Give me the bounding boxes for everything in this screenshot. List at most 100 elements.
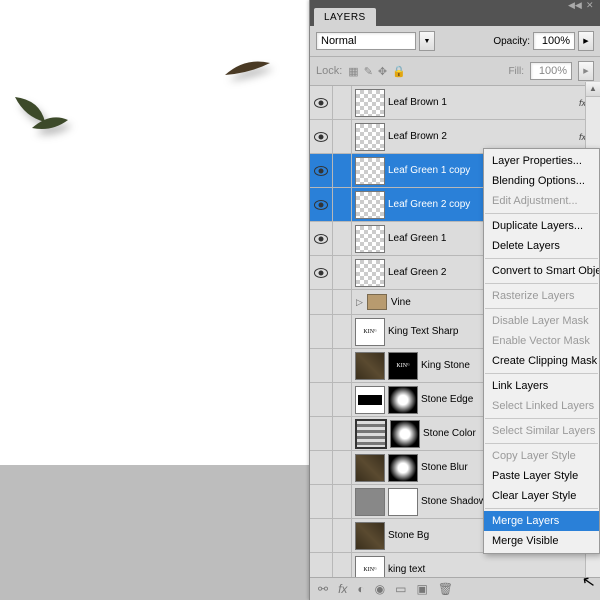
layer-mask[interactable] bbox=[390, 420, 420, 448]
visibility-toggle[interactable] bbox=[310, 383, 333, 416]
adjustment-icon[interactable]: ◉ bbox=[375, 582, 385, 596]
layer-mask[interactable] bbox=[388, 454, 418, 482]
layer-thumbnail[interactable] bbox=[355, 352, 385, 380]
visibility-icon[interactable] bbox=[314, 98, 328, 108]
mask-icon[interactable]: ◐ bbox=[357, 582, 364, 596]
blend-mode-select[interactable]: Normal bbox=[316, 32, 416, 50]
visibility-toggle[interactable] bbox=[310, 315, 333, 348]
lock-column[interactable] bbox=[333, 485, 352, 518]
fill-arrow-icon[interactable]: ▶ bbox=[578, 61, 594, 81]
layer-thumbnail[interactable] bbox=[355, 157, 385, 185]
link-icon[interactable]: ⚯ bbox=[318, 582, 328, 596]
folder-icon[interactable]: ▭ bbox=[395, 582, 406, 596]
visibility-toggle[interactable] bbox=[310, 451, 333, 484]
menu-separator bbox=[485, 508, 598, 509]
lock-column[interactable] bbox=[333, 86, 352, 119]
visibility-toggle[interactable] bbox=[310, 519, 333, 552]
lock-column[interactable] bbox=[333, 519, 352, 552]
menu-separator bbox=[485, 443, 598, 444]
lock-column[interactable] bbox=[333, 349, 352, 382]
fx-icon[interactable]: fx bbox=[338, 582, 347, 596]
close-icon[interactable]: ✕ bbox=[586, 0, 596, 6]
menu-separator bbox=[485, 213, 598, 214]
layer-thumbnail[interactable] bbox=[355, 191, 385, 219]
trash-icon[interactable]: 🗑 bbox=[438, 582, 453, 596]
visibility-toggle[interactable] bbox=[310, 349, 333, 382]
layer-row[interactable]: Leaf Brown 1fx▾ bbox=[310, 86, 600, 120]
visibility-toggle[interactable] bbox=[310, 417, 333, 450]
layer-thumbnail[interactable] bbox=[355, 419, 387, 449]
menu-item[interactable]: Paste Layer Style bbox=[484, 466, 599, 486]
context-menu[interactable]: Layer Properties...Blending Options...Ed… bbox=[483, 148, 600, 554]
lock-column[interactable] bbox=[333, 222, 352, 255]
visibility-toggle[interactable] bbox=[310, 154, 333, 187]
lock-column[interactable] bbox=[333, 154, 352, 187]
layer-thumbnail[interactable] bbox=[355, 259, 385, 287]
lock-column[interactable] bbox=[333, 417, 352, 450]
lock-column[interactable] bbox=[333, 451, 352, 484]
visibility-toggle[interactable] bbox=[310, 256, 333, 289]
menu-item[interactable]: Create Clipping Mask bbox=[484, 351, 599, 371]
visibility-toggle[interactable] bbox=[310, 188, 333, 221]
layer-mask[interactable]: KINᴳ bbox=[388, 352, 418, 380]
lock-column[interactable] bbox=[333, 383, 352, 416]
folder-icon bbox=[367, 294, 387, 310]
lock-transparent-icon[interactable]: ▦ bbox=[348, 65, 358, 78]
layer-mask[interactable] bbox=[388, 386, 418, 414]
visibility-icon[interactable] bbox=[314, 234, 328, 244]
menu-item[interactable]: Merge Layers bbox=[484, 511, 599, 531]
visibility-icon[interactable] bbox=[314, 132, 328, 142]
menu-item[interactable]: Layer Properties... bbox=[484, 151, 599, 171]
opacity-input[interactable]: 100% bbox=[533, 32, 575, 50]
menu-item[interactable]: Duplicate Layers... bbox=[484, 216, 599, 236]
layer-thumbnail[interactable] bbox=[355, 522, 385, 550]
visibility-toggle[interactable] bbox=[310, 222, 333, 255]
visibility-icon[interactable] bbox=[314, 268, 328, 278]
blend-dropdown-icon[interactable]: ▼ bbox=[419, 31, 435, 51]
layer-thumbnail[interactable] bbox=[355, 386, 385, 414]
visibility-toggle[interactable] bbox=[310, 286, 333, 319]
lock-row: Lock: ▦ ✎ ✥ 🔒 Fill: 100% ▶ bbox=[310, 57, 600, 86]
menu-item[interactable]: Merge Visible bbox=[484, 531, 599, 551]
layer-thumbnail[interactable] bbox=[355, 225, 385, 253]
scroll-up-icon[interactable]: ▲ bbox=[586, 82, 600, 97]
menu-item[interactable]: Blending Options... bbox=[484, 171, 599, 191]
visibility-icon[interactable] bbox=[314, 200, 328, 210]
menu-separator bbox=[485, 373, 598, 374]
visibility-toggle[interactable] bbox=[310, 485, 333, 518]
visibility-toggle[interactable] bbox=[310, 120, 333, 153]
tab-layers[interactable]: LAYERS bbox=[314, 8, 376, 26]
layer-thumbnail[interactable] bbox=[355, 488, 385, 516]
opacity-arrow-icon[interactable]: ▶ bbox=[578, 31, 594, 51]
layer-thumbnail[interactable] bbox=[355, 123, 385, 151]
layer-name[interactable]: Leaf Brown 2 bbox=[388, 131, 579, 142]
layer-thumbnail[interactable] bbox=[355, 89, 385, 117]
lock-column[interactable] bbox=[333, 315, 352, 348]
fill-input[interactable]: 100% bbox=[530, 62, 572, 80]
menu-item[interactable]: Convert to Smart Object bbox=[484, 261, 599, 281]
menu-item[interactable]: Link Layers bbox=[484, 376, 599, 396]
lock-all-icon[interactable]: 🔒 bbox=[392, 65, 406, 78]
lock-column[interactable] bbox=[333, 256, 352, 289]
visibility-toggle[interactable] bbox=[310, 86, 333, 119]
layer-mask[interactable] bbox=[388, 488, 418, 516]
lock-column[interactable] bbox=[333, 188, 352, 221]
menu-item[interactable]: Clear Layer Style bbox=[484, 486, 599, 506]
new-layer-icon[interactable]: ▣ bbox=[416, 582, 427, 596]
menu-item: Disable Layer Mask bbox=[484, 311, 599, 331]
layer-name[interactable]: Leaf Brown 1 bbox=[388, 97, 579, 108]
layer-name[interactable]: king text bbox=[388, 564, 588, 575]
visibility-icon[interactable] bbox=[314, 166, 328, 176]
panel-tabs: LAYERS bbox=[310, 6, 600, 26]
lock-column[interactable] bbox=[333, 286, 352, 319]
layer-thumbnail[interactable] bbox=[355, 454, 385, 482]
lock-column[interactable] bbox=[333, 120, 352, 153]
lock-position-icon[interactable]: ✥ bbox=[378, 65, 387, 78]
menu-item[interactable]: Delete Layers bbox=[484, 236, 599, 256]
disclosure-icon[interactable]: ▷ bbox=[356, 297, 363, 308]
collapse-icon[interactable]: ◀◀ bbox=[568, 0, 578, 6]
layer-thumbnail[interactable]: KINᴳ bbox=[355, 318, 385, 346]
menu-item: Edit Adjustment... bbox=[484, 191, 599, 211]
lock-pixels-icon[interactable]: ✎ bbox=[364, 65, 373, 78]
lock-icons: ▦ ✎ ✥ 🔒 bbox=[348, 65, 406, 78]
